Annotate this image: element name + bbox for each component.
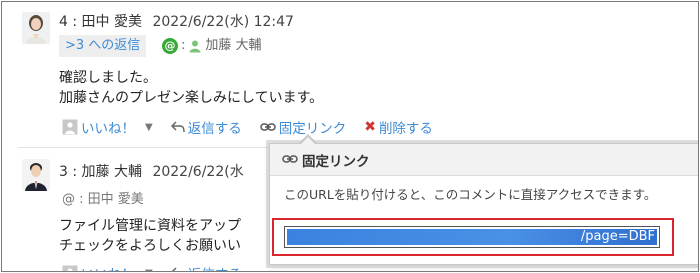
- like-dropdown-caret[interactable]: ▼: [145, 268, 153, 272]
- highlight-outline: [272, 218, 674, 256]
- comment-header: 3 : 加藤 大輔 2022/6/22(水: [59, 164, 244, 180]
- reply-icon: [170, 120, 185, 134]
- thumb-icon: [62, 265, 78, 271]
- comment-actions: いいね！ ▼ 返信する: [62, 263, 260, 272]
- comment-body: ファイル管理に資料をアップ チェックをよろしくお願いい: [59, 218, 241, 254]
- at-icon: @: [162, 38, 178, 54]
- user-icon: [188, 39, 202, 53]
- woman-avatar[interactable]: [22, 12, 50, 44]
- link-icon: [259, 122, 276, 132]
- reply-icon: [171, 266, 185, 271]
- like-button[interactable]: いいね！: [62, 263, 135, 271]
- popup-arrow-inner: [300, 137, 316, 145]
- comment-body: 確認しました。 加藤さんのプレゼン楽しみにしています。: [59, 70, 324, 106]
- link-icon: [282, 152, 298, 168]
- like-dropdown-caret[interactable]: ▼: [145, 122, 153, 133]
- comment-author[interactable]: 加藤 大輔: [82, 164, 142, 180]
- comment-actions: いいね！ ▼ 返信する 固定リンク ✖ 削除する: [62, 117, 451, 137]
- comment-author[interactable]: 田中 愛美: [82, 14, 142, 30]
- delete-button[interactable]: ✖ 削除する: [364, 117, 433, 137]
- mention-list: @ : 田中 愛美: [62, 192, 144, 207]
- reply-button[interactable]: 返信する: [170, 117, 242, 137]
- mention-user[interactable]: 加藤 大輔: [205, 35, 261, 57]
- like-button[interactable]: いいね！: [62, 117, 135, 137]
- delete-x-icon: ✖: [364, 119, 376, 135]
- comment-datetime: 2022/6/22(水) 12:47: [152, 14, 294, 30]
- comment-header: 4 : 田中 愛美 2022/6/22(水) 12:47: [59, 14, 294, 30]
- popup-title: 固定リンク: [270, 144, 698, 176]
- mention-list: @ : 加藤 大輔: [162, 35, 262, 57]
- comment-thread: 4 : 田中 愛美 2022/6/22(水) 12:47 >3 への返信 @ :…: [1, 1, 699, 272]
- reply-button[interactable]: 返信する: [171, 263, 242, 271]
- comment-datetime: 2022/6/22(水: [152, 164, 244, 180]
- comment-number: 4: [59, 14, 68, 30]
- thumb-icon: [62, 119, 78, 135]
- comment-number: 3: [59, 164, 68, 180]
- man-avatar[interactable]: [22, 159, 50, 191]
- popup-description: このURLを貼り付けると、このコメントに直接アクセスできます。: [284, 187, 657, 202]
- reply-to-tag[interactable]: >3 への返信: [59, 35, 147, 57]
